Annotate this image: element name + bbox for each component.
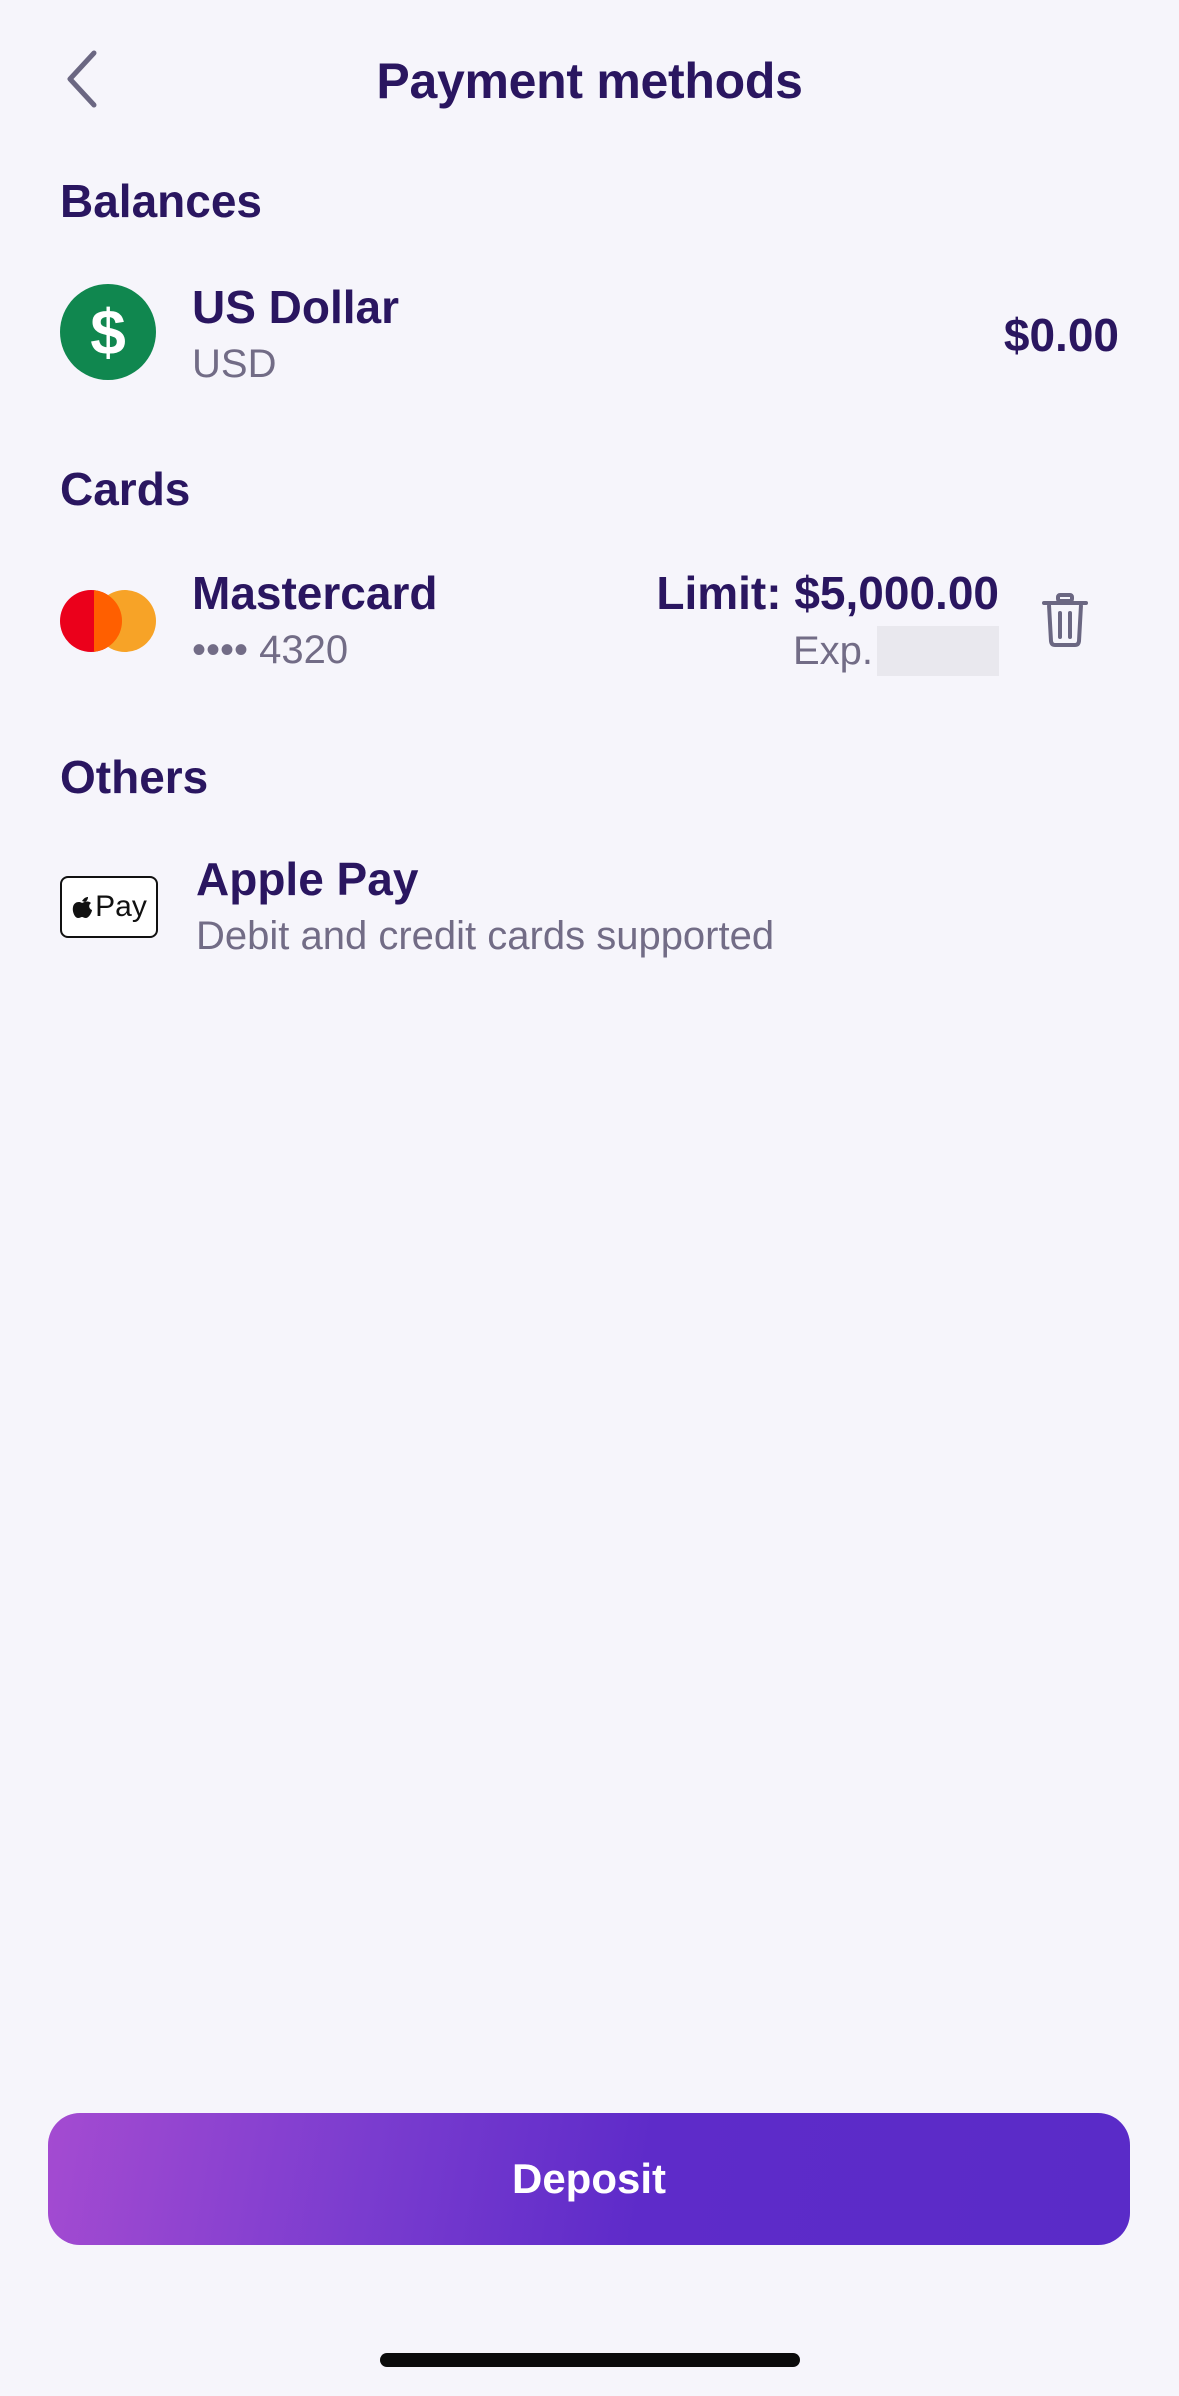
deposit-button[interactable]: Deposit (48, 2113, 1130, 2245)
balance-row-usd[interactable]: $ US Dollar USD $0.00 (0, 280, 1179, 390)
apple-pay-icon: Pay (60, 876, 158, 938)
other-row-apple-pay[interactable]: Pay Apple Pay Debit and credit cards sup… (0, 852, 1179, 962)
trash-icon (1042, 593, 1088, 647)
card-expiry-redacted (877, 626, 999, 676)
section-title-cards: Cards (60, 463, 191, 515)
card-row-mastercard[interactable]: Mastercard •••• 4320 Limit: $5,000.00 Ex… (0, 566, 1179, 676)
other-name: Apple Pay (196, 853, 419, 905)
card-masked-number: •••• 4320 (192, 628, 349, 672)
balance-name: US Dollar (192, 281, 400, 333)
payment-methods-screen: Payment methods Balances $ US Dollar USD… (0, 0, 1179, 2396)
section-title-others: Others (60, 751, 209, 803)
dollar-icon: $ (60, 284, 156, 380)
apple-pay-badge-text: Pay (95, 890, 147, 923)
apple-logo-icon (72, 897, 93, 918)
header: Payment methods (0, 0, 1179, 160)
home-indicator (380, 2353, 800, 2367)
delete-card-button[interactable] (1040, 592, 1090, 648)
card-expiry: Exp. (793, 626, 999, 676)
other-description: Debit and credit cards supported (196, 914, 775, 958)
balance-code: USD (192, 342, 277, 386)
card-expiry-label: Exp. (792, 628, 873, 673)
page-title: Payment methods (376, 53, 803, 109)
card-name: Mastercard (192, 567, 438, 619)
section-title-balances: Balances (60, 175, 263, 227)
card-limit: Limit: $5,000.00 (656, 567, 999, 619)
mastercard-icon (60, 590, 156, 652)
balance-amount: $0.00 (1003, 309, 1119, 361)
